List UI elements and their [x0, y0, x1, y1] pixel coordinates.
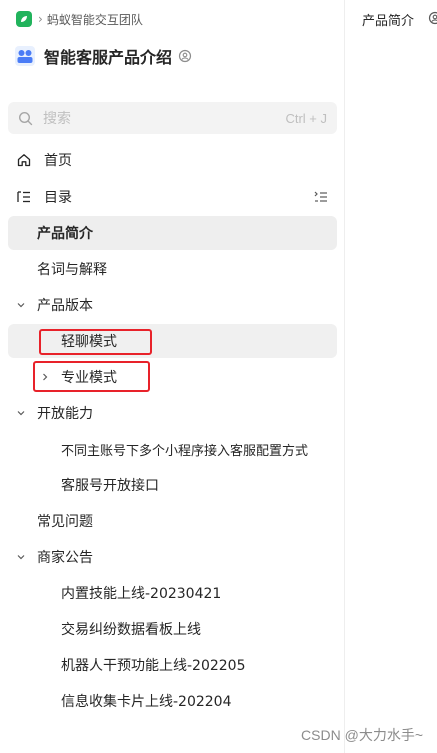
home-icon	[17, 154, 31, 167]
tree-item-label: 专业模式	[61, 370, 117, 386]
search-input[interactable]: 搜索 Ctrl + J	[8, 102, 337, 134]
nav-home-label: 首页	[44, 153, 72, 169]
nav-toc-label: 目录	[44, 190, 72, 206]
tree-item-professional-mode[interactable]: 专业模式	[8, 360, 337, 394]
toc-icon	[17, 191, 30, 203]
team-visibility-icon[interactable]	[178, 49, 192, 63]
tree-item-label: 客服号开放接口	[61, 478, 159, 494]
tree-item-notice-dispute-dashboard[interactable]: 交易纠纷数据看板上线	[8, 612, 337, 646]
tree-item-label: 不同主账号下多个小程序接入客服配置方式	[61, 443, 309, 459]
chevron-down-icon[interactable]	[16, 300, 26, 310]
search-placeholder: 搜索	[43, 111, 71, 127]
tree-item-product-intro[interactable]: 产品简介	[8, 216, 337, 250]
search-shortcut: Ctrl + J	[285, 110, 327, 126]
chevron-down-icon[interactable]	[16, 552, 26, 562]
knowledge-base-icon	[15, 46, 35, 66]
tree-item-label: 信息收集卡片上线-202204	[61, 694, 232, 710]
tree-item-open-capabilities[interactable]: 开放能力	[8, 396, 337, 430]
search-icon	[18, 111, 33, 125]
chevron-right-icon: ›	[38, 12, 43, 26]
tree-item-label: 内置技能上线-20230421	[61, 586, 222, 602]
yuque-logo-icon[interactable]	[16, 11, 32, 27]
tree-item-label: 开放能力	[37, 406, 93, 422]
doc-header-title: 产品简介	[362, 14, 415, 29]
tree-item-label: 交易纠纷数据看板上线	[61, 622, 201, 638]
tree-item-notice-bot-intervention[interactable]: 机器人干预功能上线-202205	[8, 648, 337, 682]
tree-item-notice-skills[interactable]: 内置技能上线-20230421	[8, 576, 337, 610]
tree-item-label: 产品简介	[37, 226, 93, 242]
tree-item-label: 常见问题	[37, 514, 93, 530]
tree-item-glossary[interactable]: 名词与解释	[8, 252, 337, 286]
nav-home[interactable]: 首页	[8, 143, 337, 177]
tree-item-label: 名词与解释	[37, 262, 107, 278]
tree-item-notice-info-card[interactable]: 信息收集卡片上线-202204	[8, 684, 337, 718]
document-pane: 产品简介	[346, 0, 437, 753]
tree-item-multi-miniapp-config[interactable]: 不同主账号下多个小程序接入客服配置方式	[8, 432, 337, 466]
tree-item-product-versions[interactable]: 产品版本	[8, 288, 337, 322]
collapse-all-icon[interactable]	[313, 189, 329, 205]
breadcrumb: › 蚂蚁智能交互团队	[16, 10, 143, 28]
sidebar: › 蚂蚁智能交互团队 智能客服产品介绍 搜索 Ctrl + J 首页 目录 产品…	[0, 0, 345, 753]
chevron-down-icon[interactable]	[16, 408, 26, 418]
book-title-text[interactable]: 智能客服产品介绍	[44, 44, 172, 68]
tree-item-label: 产品版本	[37, 298, 93, 314]
nav-toc[interactable]: 目录	[8, 180, 337, 214]
tree-item-label: 轻聊模式	[61, 334, 117, 350]
tree-item-light-chat-mode[interactable]: 轻聊模式	[8, 324, 337, 358]
tree-item-faq[interactable]: 常见问题	[8, 504, 337, 538]
tree-item-service-open-api[interactable]: 客服号开放接口	[8, 468, 337, 502]
team-visibility-icon[interactable]	[428, 11, 437, 25]
chevron-right-icon[interactable]	[40, 372, 50, 382]
tree-item-merchant-notices[interactable]: 商家公告	[8, 540, 337, 574]
watermark: CSDN @大力水手~	[301, 727, 423, 743]
breadcrumb-team-link[interactable]: 蚂蚁智能交互团队	[47, 11, 143, 28]
book-title: 智能客服产品介绍	[14, 44, 192, 68]
tree-item-label: 商家公告	[37, 550, 93, 566]
tree-item-label: 机器人干预功能上线-202205	[61, 658, 246, 674]
